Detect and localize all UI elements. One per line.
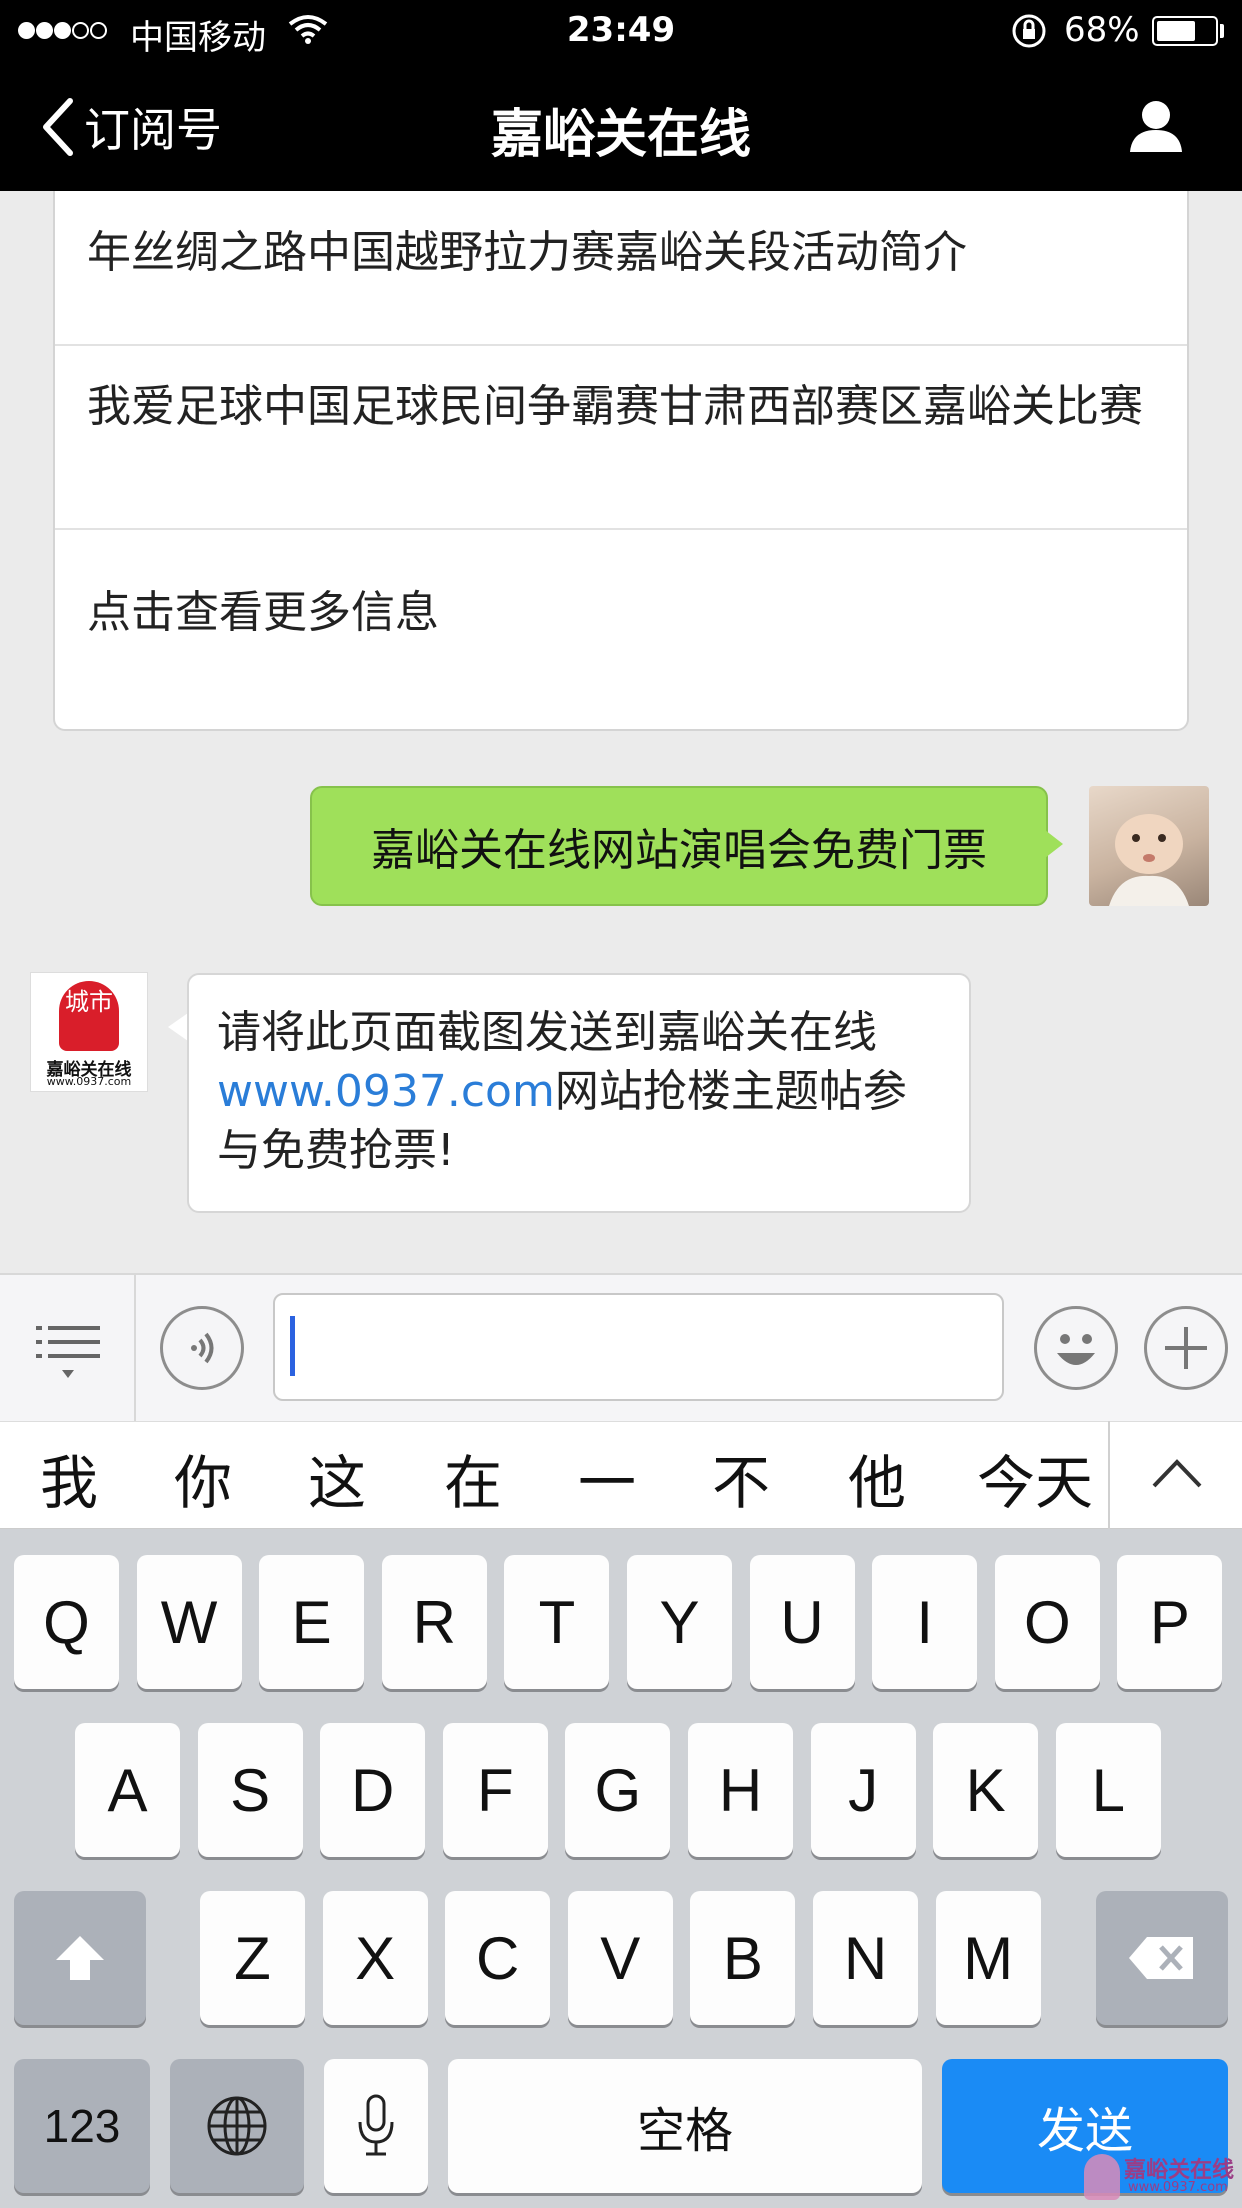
- emoji-button[interactable]: [1034, 1306, 1118, 1390]
- sent-message-bubble[interactable]: 嘉峪关在线网站演唱会免费门票: [310, 786, 1048, 906]
- plus-button[interactable]: [1144, 1306, 1228, 1390]
- top-bar: 中国移动 23:49 68% 订阅号 嘉峪关在线: [0, 0, 1242, 191]
- key-q[interactable]: Q: [14, 1555, 119, 1689]
- candidate-word[interactable]: 你: [148, 1436, 258, 1520]
- microphone-key[interactable]: [324, 2059, 428, 2193]
- key-j[interactable]: J: [810, 1723, 916, 1857]
- key-y[interactable]: Y: [627, 1555, 732, 1689]
- globe-icon: [207, 2096, 267, 2156]
- status-bar: 中国移动 23:49 68%: [0, 0, 1242, 64]
- key-z[interactable]: Z: [200, 1891, 305, 2025]
- clock: 23:49: [566, 10, 676, 50]
- key-w[interactable]: W: [136, 1555, 242, 1689]
- watermark: 嘉峪关在线 www.0937.com: [1084, 2152, 1234, 2204]
- key-c[interactable]: C: [445, 1891, 551, 2025]
- key-r[interactable]: R: [381, 1555, 487, 1689]
- globe-key[interactable]: [170, 2059, 304, 2193]
- key-v[interactable]: V: [567, 1891, 673, 2025]
- list-menu-icon[interactable]: [36, 1322, 102, 1386]
- key-d[interactable]: D: [320, 1723, 426, 1857]
- key-n[interactable]: N: [813, 1891, 918, 2025]
- received-text-line: 网站抢楼主题帖参: [554, 1066, 907, 1117]
- key-a[interactable]: A: [75, 1723, 180, 1857]
- page-title: 嘉峪关在线: [490, 105, 751, 165]
- key-o[interactable]: O: [994, 1555, 1100, 1689]
- received-text-line: 请将此页面截图发送到嘉峪关在线: [217, 1007, 877, 1058]
- divider: [55, 528, 1187, 530]
- battery-icon: [1152, 16, 1218, 46]
- divider: [55, 344, 1187, 346]
- key-p[interactable]: P: [1117, 1555, 1223, 1689]
- message-input[interactable]: [273, 1293, 1004, 1401]
- received-message-bubble[interactable]: 请将此页面截图发送到嘉峪关在线 www.0937.com网站抢楼主题帖参 与免费…: [187, 973, 971, 1213]
- watermark-url: www.0937.com: [1128, 2180, 1228, 2195]
- smiley-icon: [1057, 1334, 1095, 1365]
- plus-icon: [1165, 1327, 1207, 1369]
- shift-icon: [56, 1936, 104, 1980]
- watermark-logo: [1084, 2154, 1120, 2200]
- key-h[interactable]: H: [688, 1723, 793, 1857]
- numbers-key[interactable]: 123: [14, 2059, 150, 2193]
- space-key[interactable]: 空格: [448, 2059, 922, 2193]
- key-u[interactable]: U: [749, 1555, 855, 1689]
- key-s[interactable]: S: [197, 1723, 303, 1857]
- logo-badge: 城市: [59, 981, 119, 1051]
- key-e[interactable]: E: [259, 1555, 365, 1689]
- candidate-word[interactable]: 不: [686, 1436, 796, 1520]
- user-avatar[interactable]: [1089, 786, 1209, 906]
- key-f[interactable]: F: [442, 1723, 548, 1857]
- voice-button[interactable]: [160, 1306, 244, 1390]
- battery-percent: 68%: [1064, 10, 1140, 50]
- backspace-key[interactable]: [1096, 1891, 1228, 2025]
- backspace-icon: [1129, 1937, 1193, 1979]
- candidate-word[interactable]: 一: [552, 1436, 662, 1520]
- received-text-line: 与免费抢票!: [217, 1125, 455, 1176]
- key-b[interactable]: B: [690, 1891, 796, 2025]
- chevron-up-icon[interactable]: [1150, 1452, 1204, 1492]
- key-g[interactable]: G: [565, 1723, 671, 1857]
- key-x[interactable]: X: [322, 1891, 428, 2025]
- more-info-link[interactable]: 点击查看更多信息: [55, 587, 1187, 639]
- key-t[interactable]: T: [504, 1555, 610, 1689]
- candidate-word[interactable]: 在: [418, 1436, 528, 1520]
- key-m[interactable]: M: [935, 1891, 1041, 2025]
- candidate-word[interactable]: 他: [822, 1436, 932, 1520]
- person-icon[interactable]: [1128, 98, 1184, 154]
- rotation-lock-icon: [1012, 14, 1046, 48]
- text-cursor: [290, 1316, 295, 1376]
- key-k[interactable]: K: [933, 1723, 1039, 1857]
- shift-key[interactable]: [14, 1891, 146, 2025]
- website-link[interactable]: www.0937.com: [217, 1066, 555, 1117]
- microphone-icon: [358, 2094, 394, 2156]
- article-item[interactable]: 年丝绸之路中国越野拉力赛嘉峪关段活动简介: [55, 227, 1187, 279]
- candidate-word[interactable]: 我: [14, 1436, 124, 1520]
- article-list-card: 年丝绸之路中国越野拉力赛嘉峪关段活动简介 我爱足球中国足球民间争霸赛甘肃西部赛区…: [53, 191, 1189, 731]
- logo-url: www.0937.com: [46, 1075, 132, 1088]
- key-l[interactable]: L: [1055, 1723, 1161, 1857]
- sent-message-text: 嘉峪关在线网站演唱会免费门票: [371, 825, 987, 876]
- candidate-word[interactable]: 今天: [960, 1436, 1110, 1520]
- key-i[interactable]: I: [872, 1555, 978, 1689]
- sender-avatar[interactable]: 城市 嘉峪关在线 www.0937.com: [30, 972, 148, 1092]
- voice-icon: [191, 1332, 214, 1364]
- article-item[interactable]: 我爱足球中国足球民间争霸赛甘肃西部赛区嘉峪关比赛: [55, 381, 1187, 433]
- candidate-word[interactable]: 这: [282, 1436, 392, 1520]
